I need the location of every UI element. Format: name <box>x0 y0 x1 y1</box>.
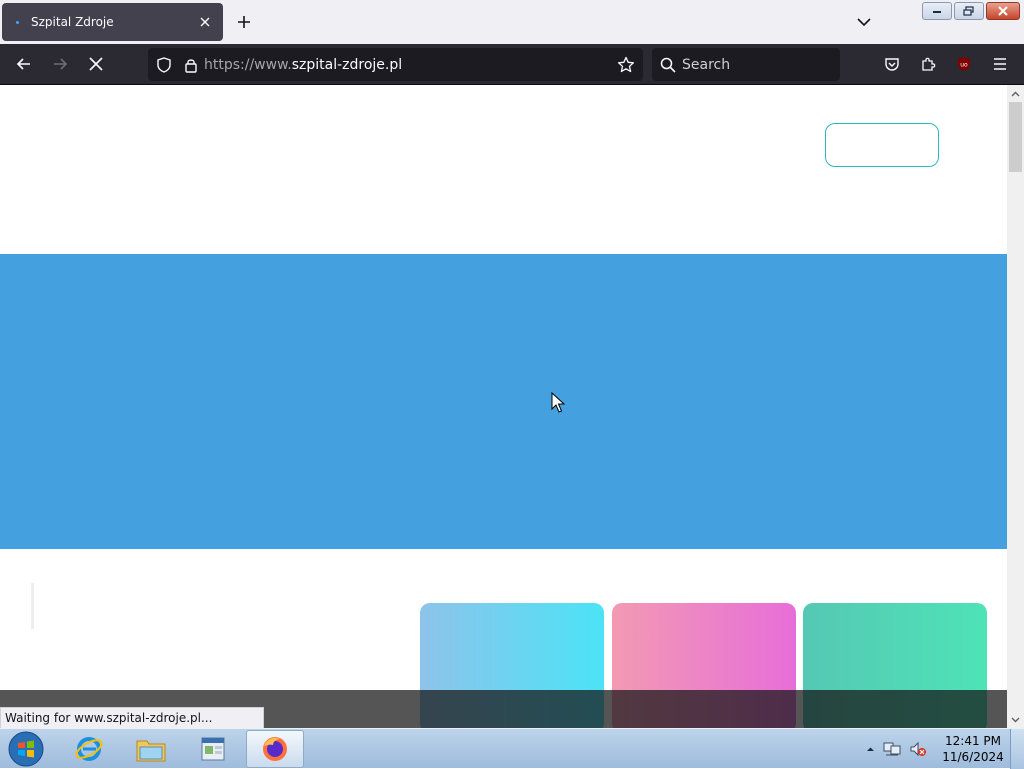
navigation-toolbar: https://www.szpital-zdroje.pl Search uo <box>0 44 1024 85</box>
search-icon <box>660 57 676 73</box>
page-scrollbar[interactable] <box>1007 85 1024 728</box>
lock-icon[interactable] <box>184 57 198 73</box>
minimize-button[interactable] <box>922 2 952 20</box>
address-bar[interactable]: https://www.szpital-zdroje.pl <box>148 48 643 81</box>
scroll-up-arrow-icon[interactable] <box>1007 85 1024 102</box>
list-all-tabs-button[interactable] <box>852 10 876 34</box>
toolbar-right-icons: uo <box>876 48 1016 80</box>
window-controls <box>922 2 1020 20</box>
section-divider-line <box>31 583 34 629</box>
tracking-protection-shield-icon[interactable] <box>156 56 172 73</box>
show-desktop-button[interactable] <box>1010 729 1024 769</box>
mouse-pointer-icon <box>551 391 566 414</box>
bookmark-star-icon[interactable] <box>617 56 635 74</box>
stop-loading-icon[interactable] <box>80 48 112 80</box>
extensions-puzzle-icon[interactable] <box>912 48 944 80</box>
tab-close-icon[interactable] <box>197 14 213 30</box>
file-explorer-icon[interactable] <box>122 730 180 768</box>
clock-time: 12:41 PM <box>945 734 1001 748</box>
internet-explorer-icon[interactable] <box>60 730 118 768</box>
windows-taskbar: 12:41 PM 11/6/2024 <box>0 728 1024 769</box>
pocket-icon[interactable] <box>876 48 908 80</box>
show-hidden-icons-arrow-icon[interactable] <box>866 746 875 752</box>
tab-bar: Szpital Zdroje <box>0 0 1024 44</box>
new-tab-button[interactable] <box>232 10 256 34</box>
search-bar[interactable]: Search <box>652 48 840 81</box>
scrollbar-thumb[interactable] <box>1009 102 1022 172</box>
menu-hamburger-icon[interactable] <box>984 48 1016 80</box>
ublock-origin-icon[interactable]: uo <box>948 48 980 80</box>
close-window-button[interactable] <box>986 2 1020 20</box>
clock-date: 11/6/2024 <box>942 750 1004 764</box>
hero-banner <box>0 254 1007 549</box>
back-arrow-icon[interactable] <box>8 48 40 80</box>
network-icon[interactable] <box>883 741 901 757</box>
control-panel-icon[interactable] <box>184 730 242 768</box>
volume-muted-icon[interactable] <box>909 741 927 757</box>
url-text[interactable]: https://www.szpital-zdroje.pl <box>204 57 402 73</box>
taskbar-clock[interactable]: 12:41 PM 11/6/2024 <box>940 733 1006 765</box>
system-tray <box>866 729 927 769</box>
header-outline-button[interactable] <box>825 123 939 167</box>
web-page-content <box>0 85 1007 728</box>
restore-button[interactable] <box>954 2 984 20</box>
url-prefix: https://www. <box>204 56 292 73</box>
search-placeholder: Search <box>682 56 731 73</box>
tab-szpital-zdroje[interactable]: Szpital Zdroje <box>2 3 223 41</box>
status-panel: Waiting for www.szpital-zdroje.pl... <box>0 707 264 729</box>
forward-arrow-icon[interactable] <box>44 48 76 80</box>
start-button[interactable] <box>6 731 46 767</box>
firefox-icon[interactable] <box>246 730 304 768</box>
tab-loading-dot-icon <box>16 20 19 24</box>
svg-text:uo: uo <box>960 62 968 69</box>
tab-title: Szpital Zdroje <box>31 15 114 29</box>
url-domain: szpital-zdroje.pl <box>291 56 403 73</box>
scroll-down-arrow-icon[interactable] <box>1007 711 1024 728</box>
